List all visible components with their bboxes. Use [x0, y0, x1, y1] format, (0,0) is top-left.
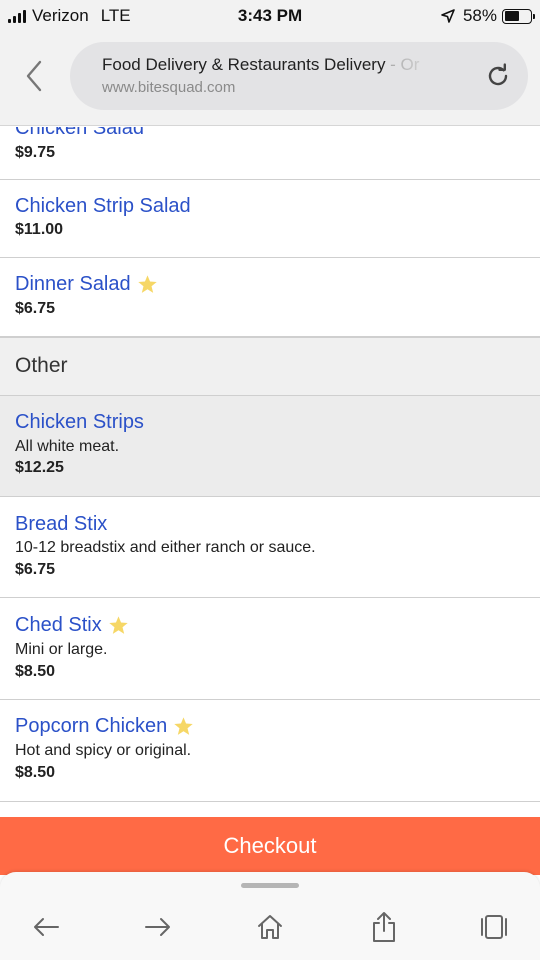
item-name[interactable]: Chicken Salad: [15, 127, 144, 140]
menu-item-bread-stix[interactable]: Bread Stix 10-12 breadstix and either ra…: [0, 497, 540, 598]
reload-button[interactable]: [484, 62, 512, 90]
item-description: 10-12 breadstix and either ranch or sauc…: [15, 539, 316, 556]
checkout-button[interactable]: Checkout: [0, 817, 540, 875]
item-price: $6.75: [15, 300, 56, 317]
page-domain: www.bitesquad.com: [102, 79, 236, 96]
menu-item-dinner-salad[interactable]: Dinner Salad $6.75: [0, 258, 540, 337]
item-price: $8.50: [15, 764, 56, 781]
item-price: $11.00: [15, 221, 64, 238]
section-title: Other: [15, 354, 68, 377]
menu-item-chicken-salad[interactable]: Chicken Salad $9.75: [0, 127, 540, 180]
toolbar-grabber[interactable]: [241, 883, 299, 888]
item-description: Mini or large.: [15, 641, 108, 658]
item-name[interactable]: Ched Stix: [15, 614, 129, 637]
forward-arrow-button[interactable]: [141, 910, 175, 944]
carrier-label: Verizon: [32, 6, 89, 25]
item-price: $9.75: [15, 144, 56, 161]
tabs-icon: [481, 915, 507, 939]
network-label: LTE: [100, 6, 131, 25]
page-title-suffix: - Or: [385, 55, 420, 74]
menu-item-popcorn-chicken[interactable]: Popcorn Chicken Hot and spicy or origina…: [0, 700, 540, 802]
status-right: 58%: [441, 6, 535, 26]
item-name[interactable]: Dinner Salad: [15, 273, 158, 296]
item-name[interactable]: Bread Stix: [15, 513, 107, 536]
item-description: All white meat.: [15, 438, 120, 455]
home-icon: [258, 915, 282, 939]
item-price: $6.75: [15, 561, 56, 578]
browser-toolbar: [0, 872, 540, 960]
star-icon: [109, 616, 128, 634]
status-left: Verizon LTE: [8, 6, 131, 26]
tabs-button[interactable]: [477, 910, 511, 944]
item-name[interactable]: Popcorn Chicken: [15, 715, 194, 738]
item-name-text: Popcorn Chicken: [15, 715, 168, 737]
star-icon: [137, 275, 157, 293]
battery-percent: 58%: [462, 6, 497, 25]
item-name[interactable]: Chicken Strips: [15, 411, 144, 434]
share-button[interactable]: [367, 910, 401, 944]
forward-arrow-icon: [145, 918, 170, 936]
item-description: Hot and spicy or original.: [15, 742, 192, 759]
item-name-text: Ched Stix: [15, 614, 102, 636]
page-title: Food Delivery & Restaurants Delivery - O…: [102, 55, 440, 75]
item-name[interactable]: Chicken Strip Salad: [15, 195, 191, 218]
back-arrow-button[interactable]: [29, 910, 63, 944]
browser-nav-bar: Food Delivery & Restaurants Delivery - O…: [0, 34, 540, 126]
signal-icon: [8, 9, 26, 23]
menu-item-chicken-strip-salad[interactable]: Chicken Strip Salad $11.00: [0, 180, 540, 258]
menu-item-chicken-strips[interactable]: Chicken Strips All white meat. $12.25: [0, 396, 540, 497]
page-title-text: Food Delivery & Restaurants Delivery: [102, 55, 386, 74]
share-icon: [373, 912, 395, 942]
section-header-other: Other: [0, 336, 540, 396]
battery-icon: [502, 8, 535, 24]
address-bar[interactable]: Food Delivery & Restaurants Delivery - O…: [70, 42, 528, 110]
reload-icon: [488, 63, 508, 86]
back-arrow-icon: [34, 918, 59, 936]
menu-list: Chicken Salad $9.75 Chicken Strip Salad …: [0, 127, 540, 817]
item-price: $12.25: [15, 459, 64, 476]
menu-item-ched-stix[interactable]: Ched Stix Mini or large. $8.50: [0, 598, 540, 700]
item-name-text: Dinner Salad: [15, 273, 131, 295]
status-bar: Verizon LTE 3:43 PM 58%: [0, 0, 540, 34]
item-price: $8.50: [15, 663, 56, 680]
chevron-left-icon: [26, 60, 42, 92]
checkout-label: Checkout: [223, 833, 317, 858]
back-button[interactable]: [18, 56, 50, 96]
star-icon: [174, 717, 193, 735]
home-button[interactable]: [253, 910, 287, 944]
location-arrow-icon: [441, 9, 455, 23]
